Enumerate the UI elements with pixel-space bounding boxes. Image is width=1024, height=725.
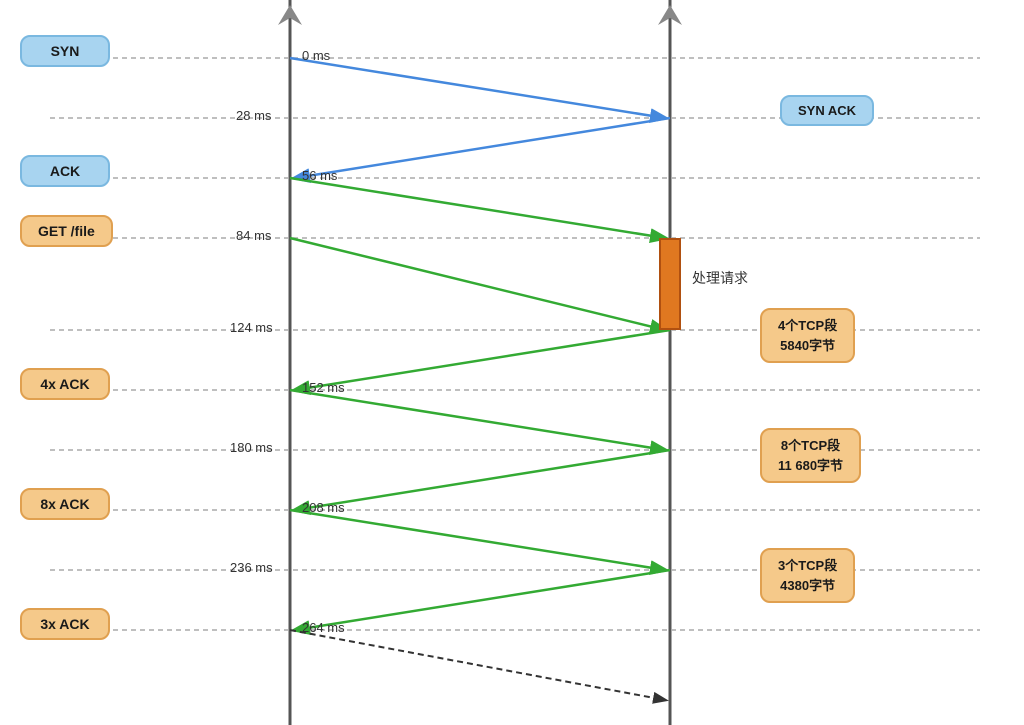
syn-box: SYN [20,35,110,67]
get-box: GET /file [20,215,113,247]
time-56ms: 56 ms [302,168,337,183]
tcp1-box: 4个TCP段5840字节 [760,308,855,363]
time-208ms: 208 ms [302,500,345,515]
ack-box: ACK [20,155,110,187]
process-label: 处理请求 [692,268,748,288]
time-236ms: 236 ms [230,560,273,575]
tcp3-box: 3个TCP段4380字节 [760,548,855,603]
time-0ms: 0 ms [302,48,330,63]
time-264ms: 264 ms [302,620,345,635]
process-block [659,238,681,330]
time-84ms: 84 ms [236,228,271,243]
synack-box: SYN ACK [780,95,874,126]
diagram: 0 ms 28 ms 56 ms 84 ms 124 ms 152 ms 180… [0,0,1024,725]
tcp2-box: 8个TCP段11 680字节 [760,428,861,483]
4xack-box: 4x ACK [20,368,110,400]
time-124ms: 124 ms [230,320,273,335]
time-28ms: 28 ms [236,108,271,123]
time-152ms: 152 ms [302,380,345,395]
8xack-box: 8x ACK [20,488,110,520]
3xack-box: 3x ACK [20,608,110,640]
time-180ms: 180 ms [230,440,273,455]
